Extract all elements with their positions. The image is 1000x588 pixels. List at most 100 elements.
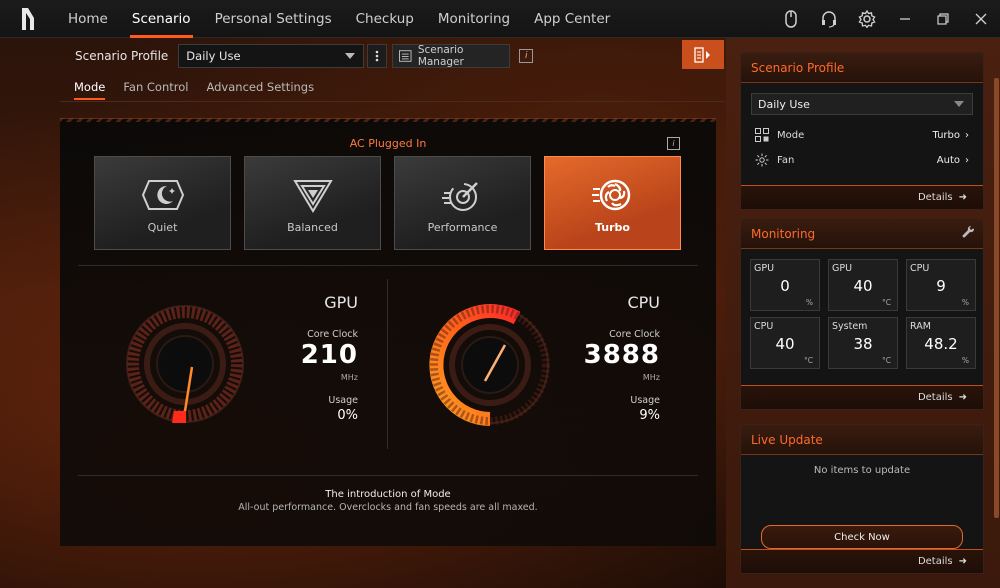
gpu-usage-value: 0% <box>337 408 358 423</box>
nav-app-center[interactable]: App Center <box>522 0 622 38</box>
check-now-button[interactable]: Check Now <box>761 525 963 549</box>
side-fan-row[interactable]: Fan Auto › <box>755 151 969 169</box>
gpu-gauge-level <box>172 411 186 423</box>
side-mode-row[interactable]: Mode Turbo › <box>755 126 969 144</box>
mode-turbo-button[interactable]: Turbo <box>544 156 681 250</box>
gear-icon[interactable] <box>848 0 886 38</box>
subtab-divider <box>60 101 725 102</box>
mode-performance-button[interactable]: Performance <box>394 156 531 250</box>
close-icon[interactable] <box>962 0 1000 38</box>
nav-checkup[interactable]: Checkup <box>344 0 426 38</box>
kebab-icon <box>375 50 379 62</box>
app-logo <box>0 0 56 38</box>
cpu-usage-tile: CPU 9% <box>906 259 976 311</box>
mode-label: Quiet <box>147 221 178 234</box>
card-title: Scenario Profile <box>741 53 983 83</box>
cpu-temp-tile: CPU 40 °C <box>750 317 820 369</box>
mouse-icon[interactable] <box>772 0 810 38</box>
subtabs: Mode Fan Control Advanced Settings <box>74 80 314 100</box>
list-icon <box>399 50 412 62</box>
gpu-clock-label: Core Clock <box>307 329 358 340</box>
cpu-clock-value: 3888 <box>583 340 660 370</box>
balanced-mode-icon <box>291 177 335 217</box>
mode-quiet-button[interactable]: Quiet <box>94 156 231 250</box>
side-scrollbar[interactable] <box>994 78 999 518</box>
cpu-usage-value: 9% <box>639 408 660 423</box>
tab-mode[interactable]: Mode <box>74 80 106 100</box>
side-fan-value: Auto <box>936 154 960 166</box>
cpu-usage-label: Usage <box>630 395 660 406</box>
divider <box>78 475 698 476</box>
scenario-manager-button[interactable]: Scenario Manager <box>392 44 511 68</box>
details-link[interactable]: Details ➜ <box>741 385 983 409</box>
system-temp-tile: System 38 °C <box>828 317 898 369</box>
monitoring-grid: GPU 0% GPU 40 °C CPU 9% CPU 40 °C System 38 °C R… <box>750 259 976 369</box>
no-updates-text: No items to update <box>813 465 911 476</box>
grid-icon <box>755 128 769 142</box>
side-profile-select[interactable]: Daily Use <box>751 93 973 115</box>
headset-icon[interactable] <box>810 0 848 38</box>
gpu-clock-unit: MHz <box>340 373 358 382</box>
gpu-gauge <box>126 305 244 423</box>
gpu-temp-tile: GPU 40 °C <box>828 259 898 311</box>
tab-advanced-settings[interactable]: Advanced Settings <box>206 80 314 100</box>
monitoring-title: Monitoring <box>751 226 816 241</box>
arrow-right-icon: ➜ <box>958 392 967 403</box>
chevron-down-icon <box>954 101 964 107</box>
chevron-right-icon: › <box>965 129 969 141</box>
quiet-mode-icon <box>141 177 185 217</box>
info-icon[interactable]: i <box>519 49 534 63</box>
scenario-profile-label: Scenario Profile <box>75 49 169 63</box>
tab-fan-control[interactable]: Fan Control <box>123 80 188 100</box>
info-icon[interactable]: i <box>667 137 680 150</box>
mode-intro-title: The introduction of Mode <box>325 489 451 500</box>
ram-usage-tile: RAM 48.2% <box>906 317 976 369</box>
side-mode-value: Turbo <box>932 129 960 141</box>
gpu-usage-label: Usage <box>328 395 358 406</box>
divider <box>78 265 698 266</box>
decorative-stripe <box>60 118 716 122</box>
gpu-usage-tile: GPU 0% <box>750 259 820 311</box>
more-options-button[interactable] <box>367 44 388 68</box>
turbo-mode-icon <box>591 177 635 217</box>
nav-monitoring[interactable]: Monitoring <box>426 0 522 38</box>
minimize-icon[interactable] <box>886 0 924 38</box>
arrow-right-icon: ➜ <box>958 192 967 203</box>
top-icons <box>772 0 1000 38</box>
monitoring-card: Monitoring GPU 0% GPU 40 °C CPU 9% CPU 40 °C S… <box>740 218 984 410</box>
card-title: Live Update <box>741 425 983 455</box>
card-title: Monitoring <box>741 219 983 249</box>
cpu-clock-unit: MHz <box>642 373 660 382</box>
mode-intro-description: All-out performance. Overclocks and fan … <box>238 502 538 513</box>
nav-personal-settings[interactable]: Personal Settings <box>203 0 344 38</box>
scenario-manager-label: Scenario Manager <box>417 44 464 68</box>
nav-scenario[interactable]: Scenario <box>120 0 203 38</box>
mode-balanced-button[interactable]: Balanced <box>244 156 381 250</box>
mode-label: Balanced <box>287 221 338 234</box>
mode-label: Performance <box>427 221 498 234</box>
scenario-profile-bar: Scenario Profile Daily Use Scenario Mana… <box>60 42 722 70</box>
performance-mode-icon <box>441 177 485 217</box>
cpu-gauge <box>429 304 550 426</box>
details-label: Details <box>917 192 953 203</box>
wrench-icon[interactable] <box>962 225 975 242</box>
gpu-clock-value: 210 <box>300 340 358 370</box>
details-label: Details <box>917 392 953 403</box>
cpu-title: CPU <box>627 293 660 312</box>
collapse-panel-button[interactable] <box>682 40 724 69</box>
mode-options: Quiet Balanced Performance Turbo <box>94 156 681 250</box>
chevron-right-icon: › <box>965 154 969 166</box>
side-panel: Scenario Profile Daily Use Mode Turbo › F… <box>726 38 1000 588</box>
nav-home[interactable]: Home <box>56 0 120 38</box>
restore-icon[interactable] <box>924 0 962 38</box>
divider <box>387 279 388 449</box>
side-mode-label: Mode <box>777 129 805 141</box>
details-link[interactable]: Details ➜ <box>741 549 983 573</box>
scenario-profile-select[interactable]: Daily Use <box>178 44 365 68</box>
mode-panel: AC Plugged In i Quiet Balanced Performan… <box>60 118 716 546</box>
details-link[interactable]: Details ➜ <box>741 185 983 209</box>
power-state-label: AC Plugged In <box>349 137 427 150</box>
side-profile-value: Daily Use <box>758 97 810 111</box>
gpu-title: GPU <box>324 293 358 312</box>
main-nav: Home Scenario Personal Settings Checkup … <box>56 0 622 38</box>
